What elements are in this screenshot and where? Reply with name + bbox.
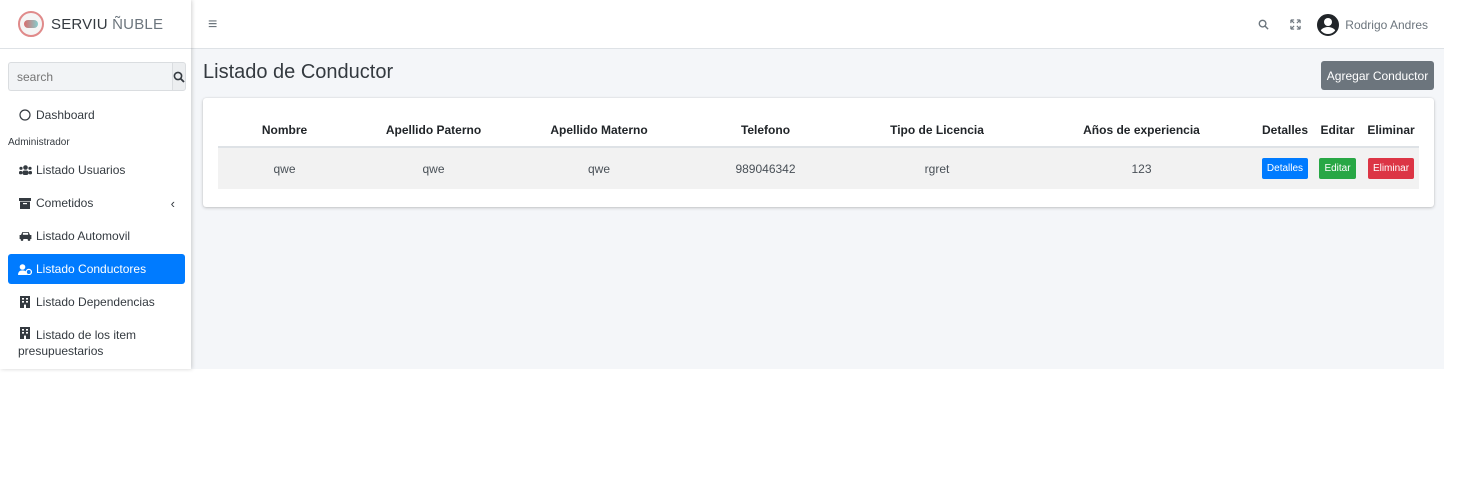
sidebar-item-usuarios[interactable]: Listado Usuarios (8, 155, 185, 185)
archive-icon (18, 197, 32, 209)
circle-icon (18, 109, 32, 121)
top-navbar: ≡ Rodrigo Andres (191, 0, 1444, 49)
brand-name: SERVIU ÑUBLE (51, 16, 163, 33)
column-header-apellido-materno: Apellido Materno (516, 113, 682, 148)
eliminar-button[interactable]: Eliminar (1367, 158, 1415, 179)
cell-apellido-materno: qwe (516, 147, 682, 189)
table-row: qwe qwe qwe 989046342 rgret 123 Detalles… (218, 147, 1419, 189)
sidebar-item-label: Listado Dependencias (36, 295, 155, 309)
conductores-card: Nombre Apellido Paterno Apellido Materno… (203, 98, 1434, 207)
sidebar-item-label: Cometidos (36, 196, 94, 210)
cell-anios-experiencia: 123 (1025, 147, 1258, 189)
search-icon (173, 71, 185, 83)
sidebar-item-dependencias[interactable]: Listado Dependencias (8, 287, 185, 317)
brand[interactable]: SERVIU ÑUBLE (0, 0, 191, 49)
detalles-button[interactable]: Detalles (1261, 158, 1309, 179)
editar-button[interactable]: Editar (1319, 158, 1356, 179)
column-header-anios-experiencia: Años de experiencia (1025, 113, 1258, 148)
sidebar: SERVIU ÑUBLE Dashboard Administrador Lis… (0, 0, 191, 369)
cell-tipo-licencia: rgret (849, 147, 1025, 189)
sidebar-header-admin: Administrador (8, 137, 70, 148)
column-header-editar: Editar (1312, 113, 1363, 148)
sidebar-item-label: Listado de los item (36, 326, 136, 344)
sidebar-item-label: Listado Conductores (36, 262, 147, 276)
users-icon (18, 165, 32, 175)
sidebar-item-conductores[interactable]: Listado Conductores (8, 254, 185, 284)
sidebar-item-automovil[interactable]: Listado Automovil (8, 221, 185, 251)
cell-nombre: qwe (218, 147, 351, 189)
app-window: SERVIU ÑUBLE Dashboard Administrador Lis… (0, 0, 1444, 369)
chevron-left-icon: ‹ (170, 195, 175, 211)
sidebar-item-label-line2: presupuestarios (18, 344, 104, 358)
page-title: Listado de Conductor (203, 61, 394, 83)
conductores-table: Nombre Apellido Paterno Apellido Materno… (218, 113, 1419, 189)
sidebar-item-label: Listado Usuarios (36, 163, 126, 177)
sidebar-item-cometidos[interactable]: Cometidos ‹ (8, 188, 185, 218)
add-conductor-button[interactable]: Agregar Conductor (1321, 61, 1434, 90)
brand-name-light: ÑUBLE (107, 15, 164, 33)
column-header-eliminar: Eliminar (1363, 113, 1419, 148)
sidebar-item-label: Listado Automovil (36, 229, 131, 243)
cell-detalles: Detalles (1258, 147, 1312, 189)
search-icon (1258, 19, 1269, 30)
hamburger-menu-icon[interactable]: ≡ (208, 16, 217, 34)
car-icon (18, 231, 32, 241)
search-button[interactable] (172, 62, 186, 91)
column-header-apellido-paterno: Apellido Paterno (351, 113, 516, 148)
user-name[interactable]: Rodrigo Andres (1345, 18, 1428, 32)
column-header-nombre: Nombre (218, 113, 351, 148)
cell-editar: Editar (1312, 147, 1363, 189)
cell-eliminar: Eliminar (1363, 147, 1419, 189)
column-header-telefono: Telefono (682, 113, 849, 148)
brand-logo-icon (18, 11, 44, 37)
search-input[interactable] (8, 62, 172, 91)
building-icon (18, 327, 32, 339)
cell-apellido-paterno: qwe (351, 147, 516, 189)
column-header-detalles: Detalles (1258, 113, 1312, 148)
fullscreen-button[interactable] (1279, 17, 1311, 33)
table-header-row: Nombre Apellido Paterno Apellido Materno… (218, 113, 1419, 148)
cell-telefono: 989046342 (682, 147, 849, 189)
sidebar-item-label: Dashboard (36, 108, 95, 122)
building-icon (18, 296, 32, 308)
sidebar-search (8, 62, 186, 91)
user-avatar-icon[interactable] (1317, 13, 1340, 36)
sidebar-item-dashboard[interactable]: Dashboard (8, 100, 185, 130)
topbar-right: Rodrigo Andres (1247, 0, 1444, 49)
column-header-tipo-licencia: Tipo de Licencia (849, 113, 1025, 148)
sidebar-item-label-line1: Listado de los item (36, 328, 137, 342)
expand-arrows-icon (1290, 18, 1301, 30)
user-tie-icon (18, 263, 32, 275)
brand-name-bold: SERVIU (51, 15, 108, 33)
navbar-search-button[interactable] (1247, 17, 1279, 33)
